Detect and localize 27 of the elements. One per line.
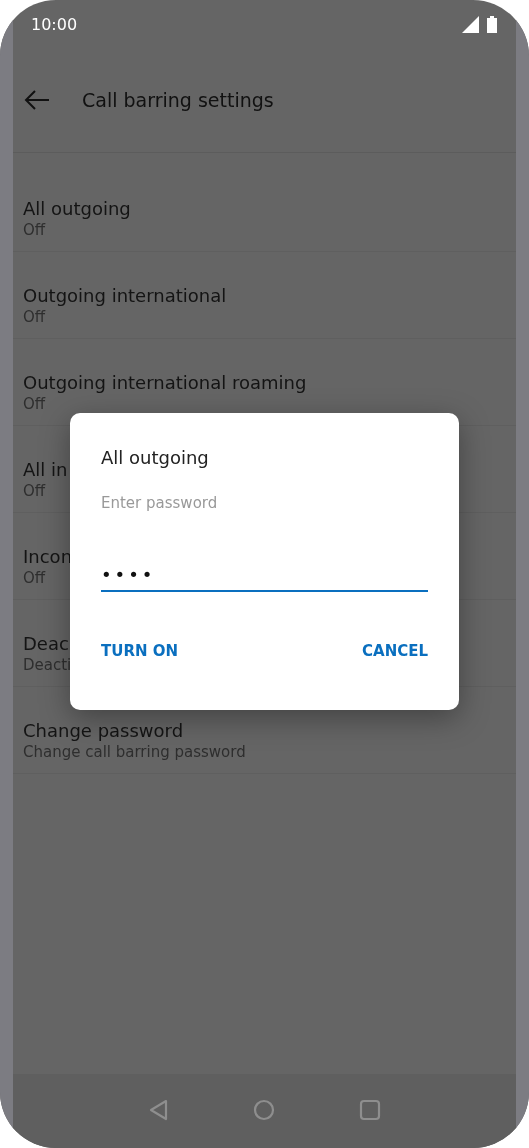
field-label: Enter password bbox=[101, 494, 219, 512]
item-title: All outgoing bbox=[23, 198, 131, 220]
password-field[interactable]: •••• bbox=[101, 558, 428, 592]
item-title: Change password bbox=[23, 720, 184, 742]
home-icon[interactable] bbox=[252, 1099, 275, 1121]
status-time: 10:00 bbox=[31, 14, 78, 34]
item-title: Deac bbox=[23, 633, 69, 655]
item-summary: Off bbox=[23, 568, 46, 588]
item-summary: Off bbox=[23, 481, 46, 501]
item-title: Outgoing international bbox=[23, 285, 227, 307]
item-summary: Deacti bbox=[23, 655, 72, 675]
item-title: Incon bbox=[23, 546, 73, 568]
item-summary: Off bbox=[23, 220, 46, 240]
signal-icon bbox=[462, 15, 479, 33]
item-summary: Off bbox=[23, 394, 46, 414]
dialog-button[interactable]: CANCEL bbox=[362, 638, 428, 664]
dialog-title: All outgoing bbox=[101, 447, 210, 468]
dialog-button[interactable]: TURN ON bbox=[101, 638, 179, 664]
item-summary: Off bbox=[23, 307, 46, 327]
item-title: Outgoing international roaming bbox=[23, 372, 307, 394]
battery-icon bbox=[487, 15, 497, 33]
screen-title: Call barring settings bbox=[82, 89, 274, 111]
back-icon[interactable] bbox=[148, 1099, 169, 1121]
recents-icon[interactable] bbox=[358, 1099, 381, 1121]
item-summary: Change call barring password bbox=[23, 742, 246, 762]
back-arrow-icon[interactable] bbox=[24, 90, 50, 110]
item-title: All in bbox=[23, 459, 68, 481]
